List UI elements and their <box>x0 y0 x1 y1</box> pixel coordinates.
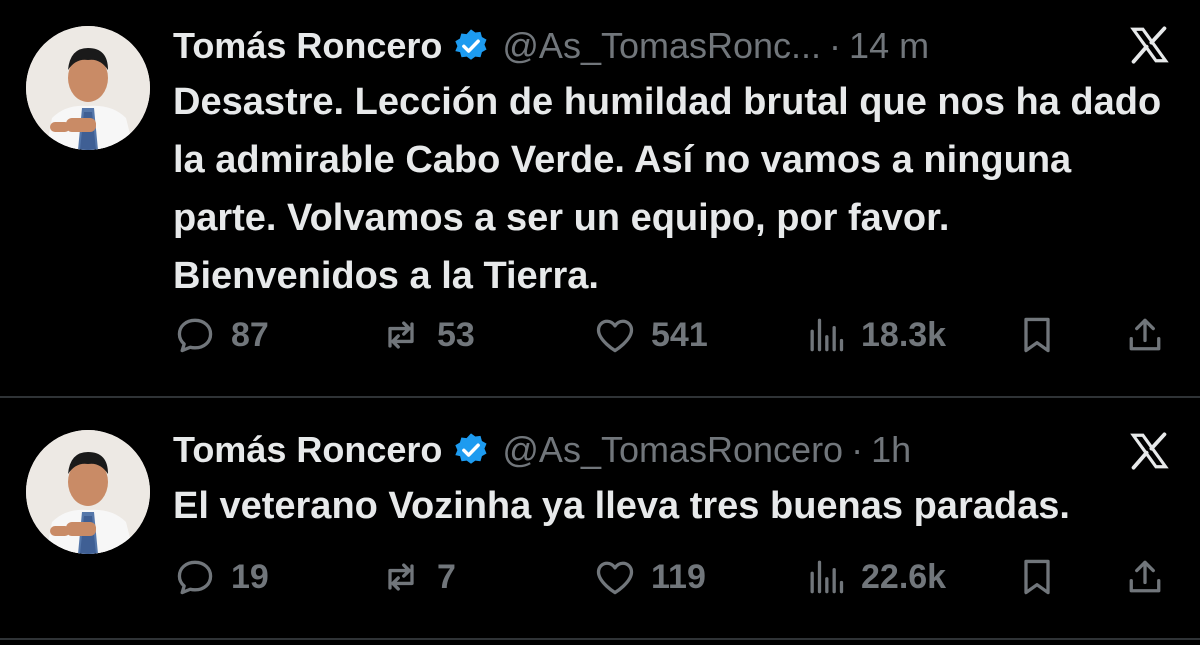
verified-badge-icon <box>453 431 489 466</box>
like-count: 541 <box>651 315 708 354</box>
bookmark-button[interactable] <box>1015 552 1059 602</box>
reply-button[interactable]: 19 <box>173 552 269 602</box>
tweet-text: El veterano Vozinha ya lleva tres buenas… <box>173 485 1070 527</box>
share-button[interactable] <box>1123 552 1167 602</box>
repost-count: 7 <box>437 557 456 596</box>
share-icon <box>1129 560 1161 593</box>
views-count: 22.6k <box>861 557 947 596</box>
x-logo-icon <box>1131 26 1168 64</box>
views-count: 18.3k <box>861 315 947 354</box>
repost-count: 53 <box>437 315 475 354</box>
author-handle[interactable]: @As_TomasRoncero <box>502 428 843 472</box>
like-button[interactable]: 541 <box>593 310 708 360</box>
tweet[interactable]: Tomás Roncero @As_TomasRonc... · 14 m De… <box>0 0 1200 396</box>
tweet-text: Desastre. Lección de humildad brutal que… <box>173 81 1162 297</box>
avatar[interactable] <box>26 26 150 150</box>
bookmark-button[interactable] <box>1015 310 1059 360</box>
tweet[interactable]: Tomás Roncero @As_TomasRoncero · 1h El v… <box>0 398 1200 638</box>
like-icon <box>596 561 634 595</box>
avatar[interactable] <box>26 430 150 554</box>
like-button[interactable]: 119 <box>593 552 706 602</box>
verified-badge-icon <box>453 27 489 62</box>
views-icon <box>810 318 844 352</box>
avatar-image <box>26 430 150 554</box>
share-icon <box>1129 318 1161 351</box>
tweet-actions: 87 53 541 18.3k <box>173 310 1173 360</box>
bookmark-icon <box>1024 317 1050 353</box>
like-count: 119 <box>651 557 706 596</box>
reply-icon <box>177 560 213 595</box>
separator: · <box>829 25 842 66</box>
tweet-header: Tomás Roncero @As_TomasRonc... · 14 m <box>173 24 929 68</box>
x-logo-icon <box>1131 432 1168 470</box>
tweet-header: Tomás Roncero @As_TomasRoncero · 1h <box>173 428 911 472</box>
reply-count: 19 <box>231 557 269 596</box>
repost-icon <box>388 563 414 591</box>
timestamp[interactable]: 1h <box>871 428 911 472</box>
repost-button[interactable]: 7 <box>379 552 456 602</box>
author-name[interactable]: Tomás Roncero <box>173 428 442 472</box>
views-button[interactable]: 18.3k <box>803 310 946 360</box>
author-name[interactable]: Tomás Roncero <box>173 24 442 68</box>
like-icon <box>596 319 634 353</box>
reply-icon <box>177 318 213 353</box>
reply-count: 87 <box>231 315 269 354</box>
views-button[interactable]: 22.6k <box>803 552 946 602</box>
author-handle[interactable]: @As_TomasRonc... <box>502 24 821 68</box>
bookmark-icon <box>1024 559 1050 595</box>
avatar-image <box>26 26 150 150</box>
views-icon <box>810 560 844 594</box>
divider <box>0 638 1200 640</box>
repost-icon <box>388 321 414 349</box>
separator: · <box>851 429 864 470</box>
reply-button[interactable]: 87 <box>173 310 269 360</box>
share-button[interactable] <box>1123 310 1167 360</box>
timestamp[interactable]: 14 m <box>849 24 929 68</box>
tweet-actions: 19 7 119 22.6k <box>173 552 1173 602</box>
repost-button[interactable]: 53 <box>379 310 475 360</box>
